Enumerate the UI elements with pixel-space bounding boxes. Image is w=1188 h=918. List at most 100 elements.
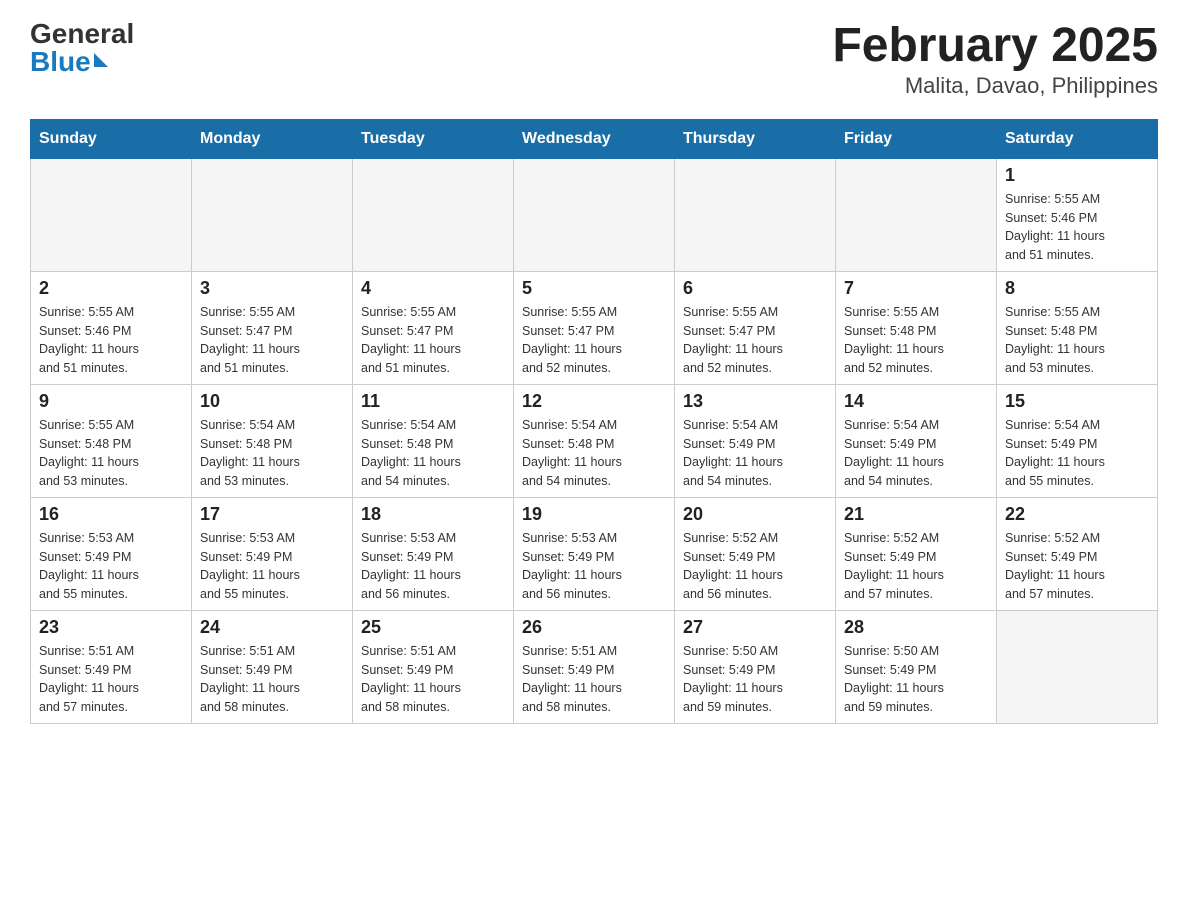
day-info: Sunrise: 5:54 AMSunset: 5:48 PMDaylight:… — [200, 416, 344, 491]
header-saturday: Saturday — [997, 119, 1158, 158]
calendar-week-row: 16 Sunrise: 5:53 AMSunset: 5:49 PMDayligh… — [31, 497, 1158, 610]
calendar-cell — [353, 158, 514, 271]
calendar-cell: 3 Sunrise: 5:55 AMSunset: 5:47 PMDaylight… — [192, 271, 353, 384]
calendar-cell: 28 Sunrise: 5:50 AMSunset: 5:49 PMDayligh… — [836, 610, 997, 723]
calendar-header-row: SundayMondayTuesdayWednesdayThursdayFrid… — [31, 119, 1158, 158]
calendar-cell: 4 Sunrise: 5:55 AMSunset: 5:47 PMDaylight… — [353, 271, 514, 384]
logo-blue-text: Blue — [30, 48, 108, 76]
day-info: Sunrise: 5:50 AMSunset: 5:49 PMDaylight:… — [683, 642, 827, 717]
calendar-cell: 16 Sunrise: 5:53 AMSunset: 5:49 PMDayligh… — [31, 497, 192, 610]
calendar-cell: 2 Sunrise: 5:55 AMSunset: 5:46 PMDaylight… — [31, 271, 192, 384]
day-info: Sunrise: 5:53 AMSunset: 5:49 PMDaylight:… — [39, 529, 183, 604]
calendar-cell: 9Sunrise: 5:55 AMSunset: 5:48 PMDaylight… — [31, 384, 192, 497]
calendar-cell: 26 Sunrise: 5:51 AMSunset: 5:49 PMDayligh… — [514, 610, 675, 723]
day-number: 9 — [39, 391, 183, 412]
day-info: Sunrise: 5:55 AMSunset: 5:47 PMDaylight:… — [522, 303, 666, 378]
header-thursday: Thursday — [675, 119, 836, 158]
calendar-cell — [192, 158, 353, 271]
day-info: Sunrise: 5:52 AMSunset: 5:49 PMDaylight:… — [683, 529, 827, 604]
calendar-cell: 14 Sunrise: 5:54 AMSunset: 5:49 PMDayligh… — [836, 384, 997, 497]
logo-general-text: General — [30, 20, 134, 48]
day-number: 18 — [361, 504, 505, 525]
day-info: Sunrise: 5:55 AMSunset: 5:48 PMDaylight:… — [1005, 303, 1149, 378]
day-info: Sunrise: 5:52 AMSunset: 5:49 PMDaylight:… — [1005, 529, 1149, 604]
day-number: 21 — [844, 504, 988, 525]
calendar-week-row: 9Sunrise: 5:55 AMSunset: 5:48 PMDaylight… — [31, 384, 1158, 497]
calendar-cell — [31, 158, 192, 271]
day-number: 1 — [1005, 165, 1149, 186]
day-info: Sunrise: 5:51 AMSunset: 5:49 PMDaylight:… — [522, 642, 666, 717]
day-info: Sunrise: 5:55 AMSunset: 5:48 PMDaylight:… — [844, 303, 988, 378]
day-info: Sunrise: 5:52 AMSunset: 5:49 PMDaylight:… — [844, 529, 988, 604]
calendar-week-row: 1 Sunrise: 5:55 AMSunset: 5:46 PMDaylight… — [31, 158, 1158, 271]
day-number: 28 — [844, 617, 988, 638]
calendar-cell: 27 Sunrise: 5:50 AMSunset: 5:49 PMDayligh… — [675, 610, 836, 723]
calendar-week-row: 23Sunrise: 5:51 AMSunset: 5:49 PMDayligh… — [31, 610, 1158, 723]
header-monday: Monday — [192, 119, 353, 158]
calendar-cell: 8 Sunrise: 5:55 AMSunset: 5:48 PMDaylight… — [997, 271, 1158, 384]
day-number: 26 — [522, 617, 666, 638]
day-info: Sunrise: 5:55 AMSunset: 5:46 PMDaylight:… — [39, 303, 183, 378]
day-number: 17 — [200, 504, 344, 525]
day-number: 6 — [683, 278, 827, 299]
day-info: Sunrise: 5:53 AMSunset: 5:49 PMDaylight:… — [522, 529, 666, 604]
day-number: 24 — [200, 617, 344, 638]
calendar-cell: 24 Sunrise: 5:51 AMSunset: 5:49 PMDayligh… — [192, 610, 353, 723]
day-info: Sunrise: 5:54 AMSunset: 5:49 PMDaylight:… — [683, 416, 827, 491]
calendar-cell: 22 Sunrise: 5:52 AMSunset: 5:49 PMDayligh… — [997, 497, 1158, 610]
day-info: Sunrise: 5:51 AMSunset: 5:49 PMDaylight:… — [200, 642, 344, 717]
calendar-cell: 23Sunrise: 5:51 AMSunset: 5:49 PMDayligh… — [31, 610, 192, 723]
day-number: 8 — [1005, 278, 1149, 299]
title-block: February 2025 Malita, Davao, Philippines — [832, 20, 1158, 99]
day-number: 27 — [683, 617, 827, 638]
calendar-cell: 13Sunrise: 5:54 AMSunset: 5:49 PMDayligh… — [675, 384, 836, 497]
day-info: Sunrise: 5:54 AMSunset: 5:49 PMDaylight:… — [844, 416, 988, 491]
day-info: Sunrise: 5:55 AMSunset: 5:47 PMDaylight:… — [200, 303, 344, 378]
page-title: February 2025 — [832, 20, 1158, 73]
calendar-cell — [836, 158, 997, 271]
day-number: 2 — [39, 278, 183, 299]
day-number: 22 — [1005, 504, 1149, 525]
day-info: Sunrise: 5:55 AMSunset: 5:46 PMDaylight:… — [1005, 190, 1149, 265]
calendar-table: SundayMondayTuesdayWednesdayThursdayFrid… — [30, 119, 1158, 724]
day-info: Sunrise: 5:51 AMSunset: 5:49 PMDaylight:… — [39, 642, 183, 717]
logo: General Blue — [30, 20, 134, 76]
calendar-cell: 1 Sunrise: 5:55 AMSunset: 5:46 PMDaylight… — [997, 158, 1158, 271]
day-number: 12 — [522, 391, 666, 412]
calendar-cell: 21 Sunrise: 5:52 AMSunset: 5:49 PMDayligh… — [836, 497, 997, 610]
day-number: 25 — [361, 617, 505, 638]
day-number: 4 — [361, 278, 505, 299]
calendar-cell: 7 Sunrise: 5:55 AMSunset: 5:48 PMDaylight… — [836, 271, 997, 384]
calendar-cell — [997, 610, 1158, 723]
calendar-cell: 10 Sunrise: 5:54 AMSunset: 5:48 PMDayligh… — [192, 384, 353, 497]
calendar-cell: 6Sunrise: 5:55 AMSunset: 5:47 PMDaylight… — [675, 271, 836, 384]
page-subtitle: Malita, Davao, Philippines — [832, 73, 1158, 99]
day-number: 15 — [1005, 391, 1149, 412]
calendar-cell: 5 Sunrise: 5:55 AMSunset: 5:47 PMDaylight… — [514, 271, 675, 384]
calendar-cell — [675, 158, 836, 271]
calendar-cell: 19 Sunrise: 5:53 AMSunset: 5:49 PMDayligh… — [514, 497, 675, 610]
day-number: 7 — [844, 278, 988, 299]
calendar-cell: 17 Sunrise: 5:53 AMSunset: 5:49 PMDayligh… — [192, 497, 353, 610]
logo-arrow-icon — [94, 53, 108, 67]
calendar-cell: 20 Sunrise: 5:52 AMSunset: 5:49 PMDayligh… — [675, 497, 836, 610]
page-header: General Blue February 2025 Malita, Davao… — [30, 20, 1158, 99]
day-number: 20 — [683, 504, 827, 525]
header-friday: Friday — [836, 119, 997, 158]
calendar-cell: 25Sunrise: 5:51 AMSunset: 5:49 PMDayligh… — [353, 610, 514, 723]
day-number: 3 — [200, 278, 344, 299]
calendar-cell: 11Sunrise: 5:54 AMSunset: 5:48 PMDayligh… — [353, 384, 514, 497]
day-info: Sunrise: 5:50 AMSunset: 5:49 PMDaylight:… — [844, 642, 988, 717]
day-info: Sunrise: 5:55 AMSunset: 5:47 PMDaylight:… — [361, 303, 505, 378]
day-number: 19 — [522, 504, 666, 525]
day-number: 11 — [361, 391, 505, 412]
header-tuesday: Tuesday — [353, 119, 514, 158]
header-sunday: Sunday — [31, 119, 192, 158]
calendar-cell: 15Sunrise: 5:54 AMSunset: 5:49 PMDayligh… — [997, 384, 1158, 497]
calendar-cell: 18Sunrise: 5:53 AMSunset: 5:49 PMDayligh… — [353, 497, 514, 610]
day-number: 14 — [844, 391, 988, 412]
day-number: 5 — [522, 278, 666, 299]
day-info: Sunrise: 5:53 AMSunset: 5:49 PMDaylight:… — [200, 529, 344, 604]
day-number: 16 — [39, 504, 183, 525]
day-number: 10 — [200, 391, 344, 412]
